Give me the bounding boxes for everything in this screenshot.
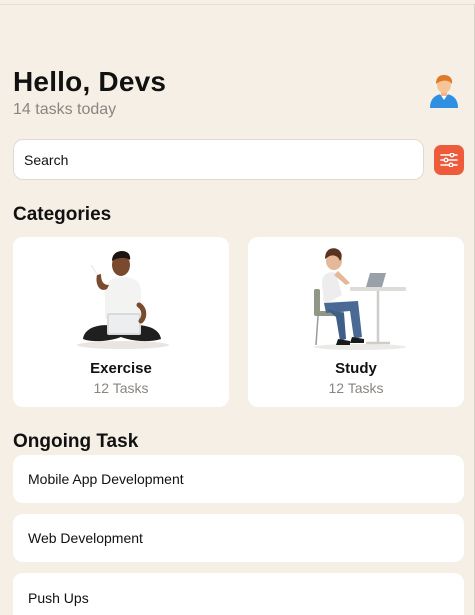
category-count: 12 Tasks (93, 380, 149, 396)
task-count-subtitle: 14 tasks today (13, 101, 117, 118)
task-label: Mobile App Development (28, 471, 184, 487)
category-card-study[interactable]: Study 12 Tasks (248, 237, 464, 407)
person-with-laptop-illustration (77, 251, 169, 349)
category-name: Study (335, 360, 377, 377)
task-item[interactable]: Web Development (13, 514, 464, 562)
person-at-desk-illustration (314, 248, 406, 350)
filter-button[interactable] (434, 145, 464, 175)
search-placeholder: Search (24, 151, 69, 168)
sliders-icon (440, 153, 458, 167)
task-item[interactable]: Push Ups (13, 573, 464, 615)
ongoing-task-heading: Ongoing Task (13, 431, 139, 452)
avatar[interactable] (426, 72, 462, 108)
category-count: 12 Tasks (328, 380, 384, 396)
page-title: Hello, Devs (13, 66, 167, 97)
task-item[interactable]: Mobile App Development (13, 455, 464, 503)
search-input[interactable]: Search (13, 139, 424, 180)
task-label: Push Ups (28, 590, 89, 606)
category-card-exercise[interactable]: Exercise 12 Tasks (13, 237, 229, 407)
category-name: Exercise (90, 360, 152, 377)
person-avatar-icon (430, 75, 458, 108)
top-divider (0, 4, 475, 5)
task-label: Web Development (28, 530, 143, 546)
categories-heading: Categories (13, 204, 112, 225)
